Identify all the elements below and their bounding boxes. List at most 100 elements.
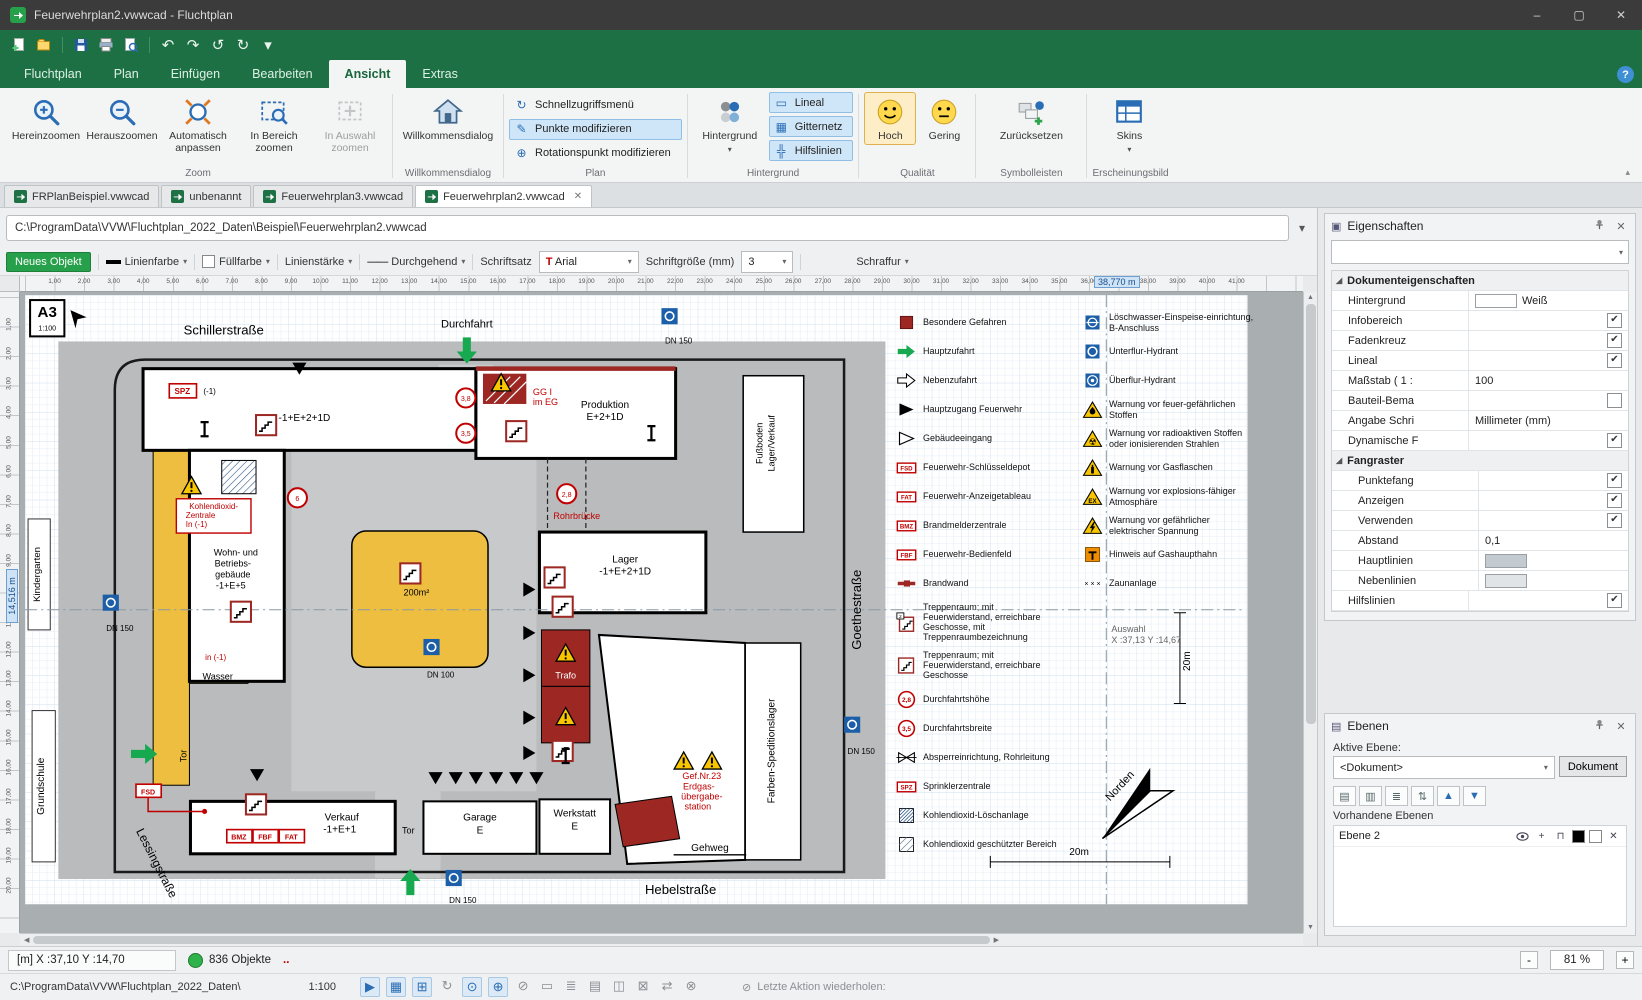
color-swatch[interactable]	[1485, 554, 1527, 568]
plan-label[interactable]: Erdgas-	[683, 781, 715, 791]
legend-item-hauptzufahrt[interactable]: Hauptzufahrt	[896, 341, 1060, 362]
plan-label[interactable]: Kohlendioxid-	[189, 502, 238, 511]
zoom-out-button[interactable]: Herauszoomen	[85, 92, 159, 145]
layers-icon[interactable]: ▤	[586, 977, 604, 995]
layer-lock-icon[interactable]: ⊓	[1553, 831, 1568, 842]
new-document-icon[interactable]	[8, 34, 30, 56]
close-button[interactable]: ✕	[1600, 0, 1642, 30]
swap-icon[interactable]: ⇄	[658, 977, 676, 995]
legend-item-feuerwehr-schluesseldepot[interactable]: FSD Feuerwehr-Schlüsseldepot	[896, 457, 1060, 478]
property-row[interactable]: Dynamische F ✔	[1332, 431, 1628, 451]
legend-item-besondere-gefahren[interactable]: Besondere Gefahren	[896, 312, 1060, 333]
plan-label[interactable]: In (-1)	[186, 520, 208, 529]
plan-label[interactable]: im EG	[533, 397, 558, 407]
add-layer-icon[interactable]: ▤	[1333, 786, 1356, 806]
legend-item-sprinklerzentrale[interactable]: SPZ Sprinklerzentrale	[896, 776, 1060, 797]
plan-label[interactable]: -1+E+2+1D	[599, 566, 651, 577]
plan-label[interactable]: (-1)	[203, 387, 216, 396]
active-layer-select[interactable]: <Dokument>▾	[1333, 756, 1555, 779]
plan-label[interactable]: Verkauf	[325, 813, 359, 824]
layer-visibility-icon[interactable]	[1515, 830, 1530, 843]
open-file-icon[interactable]	[33, 34, 55, 56]
vertical-ruler[interactable]: 14,516 m 1,002,003,004,005,006,007,008,0…	[0, 292, 20, 933]
reorder-layers-icon[interactable]: ⇅	[1411, 786, 1434, 806]
ribbon-tab-plan[interactable]: Plan	[98, 60, 155, 88]
property-row[interactable]: Lineal ✔	[1332, 351, 1628, 371]
plan-label[interactable]: -1+E+1	[323, 825, 356, 836]
legend-item-nebenzufahrt[interactable]: Nebenzufahrt	[896, 370, 1060, 391]
property-row[interactable]: Fadenkreuz ✔	[1332, 331, 1628, 351]
plan-label[interactable]: GG I	[533, 387, 552, 397]
legend-item-hauptzugang-feuerwehr[interactable]: Hauptzugang Feuerwehr	[896, 399, 1060, 420]
plan-label[interactable]: Farben-Speditionslager	[766, 698, 777, 803]
fill-color-dropdown[interactable]: Füllfarbe▾	[202, 255, 270, 268]
plan-label[interactable]: in (-1)	[205, 653, 226, 662]
legend-item-absperreinrichtung[interactable]: Absperreinrichtung, Rohrleitung	[896, 747, 1060, 768]
plan-label[interactable]: übergabe-	[681, 791, 722, 801]
modify-rotation-point-item[interactable]: ⊕ Rotationspunkt modifizieren	[509, 143, 682, 164]
property-row[interactable]: Anzeigen ✔	[1332, 491, 1628, 511]
property-row[interactable]: Verwenden ✔	[1332, 511, 1628, 531]
plan-label[interactable]: Betriebs-	[215, 558, 251, 568]
grid-toggle-icon[interactable]: ▦	[386, 977, 406, 997]
color-swatch[interactable]	[1485, 574, 1527, 588]
redo-icon[interactable]: ↷	[182, 34, 204, 56]
plan-label[interactable]: A3	[38, 304, 57, 321]
plan-label[interactable]: Zentrale	[186, 511, 216, 520]
plan-label[interactable]: -1+E+2+1D	[279, 413, 331, 424]
path-dropdown-icon[interactable]: ▾	[1293, 221, 1311, 235]
color-swatch[interactable]	[1475, 294, 1517, 308]
plan-label[interactable]: Trafo	[555, 670, 576, 680]
legend-item-durchfahrtsbreite[interactable]: 3,5 Durchfahrtsbreite	[896, 718, 1060, 739]
property-checkbox[interactable]: ✔	[1607, 433, 1622, 448]
file-path-bar[interactable]: C:\ProgramData\VVW\Fluchtplan_2022_Daten…	[6, 215, 1289, 241]
legend-item-gebaeudeeingang[interactable]: Gebäudeeingang	[896, 428, 1060, 449]
line-color-dropdown[interactable]: Linienfarbe▾	[106, 256, 187, 268]
ribbon-tab-einfügen[interactable]: Einfügen	[155, 60, 236, 88]
ribbon-tab-fluchtplan[interactable]: Fluchtplan	[8, 60, 98, 88]
document-tab[interactable]: FRPlanBeispiel.vwwcad	[4, 185, 159, 207]
plan-label[interactable]: DN 150	[848, 747, 876, 756]
plan-label[interactable]: DN 150	[106, 624, 134, 633]
plan-label[interactable]: SPZ	[175, 387, 191, 396]
quality-high-button[interactable]: Hoch	[864, 92, 916, 145]
new-object-button[interactable]: Neues Objekt	[6, 252, 91, 272]
status-zoom-in-button[interactable]: +	[1616, 951, 1634, 969]
print-preview-icon[interactable]	[120, 34, 142, 56]
plan-label[interactable]: Hebelstraße	[645, 882, 716, 897]
legend-item-loeschwasser-einspeisung[interactable]: Löschwasser-Einspeise-einrichtung, B-Ans…	[1082, 312, 1258, 333]
property-row[interactable]: Infobereich ✔	[1332, 311, 1628, 331]
property-row[interactable]: Abstand 0,1	[1332, 531, 1628, 551]
plan-label[interactable]: Wasser	[202, 671, 232, 681]
legend-item-brandwand[interactable]: Brandwand	[896, 573, 1060, 594]
plan-label[interactable]: Tor	[402, 826, 415, 836]
property-row[interactable]: Bauteil-Bema	[1332, 391, 1628, 411]
print-icon[interactable]	[95, 34, 117, 56]
plan-label[interactable]: E	[571, 822, 578, 833]
property-checkbox[interactable]: ✔	[1607, 513, 1622, 528]
property-checkbox[interactable]: ✔	[1607, 313, 1622, 328]
legend-item-warnung-explosionsfaehig[interactable]: EX Warnung vor explosions-fähiger Atmosp…	[1082, 486, 1258, 507]
legend-item-durchfahrtshoehe[interactable]: 2,8 Durchfahrtshöhe	[896, 689, 1060, 710]
hatch-dropdown[interactable]: Schraffur▾	[856, 256, 908, 268]
property-checkbox[interactable]: ✔	[1607, 353, 1622, 368]
modify-points-item[interactable]: ✎ Punkte modifizieren	[509, 119, 682, 140]
property-checkbox[interactable]: ✔	[1607, 333, 1622, 348]
line-style-dropdown[interactable]: ——Durchgehend▾	[367, 256, 465, 268]
plan-label[interactable]: E	[477, 826, 484, 837]
columns-icon[interactable]: ◫	[610, 977, 628, 995]
legend-item-gashaupthahn[interactable]: Hinweis auf Gashaupthahn	[1082, 544, 1258, 565]
maximize-button[interactable]: ▢	[1558, 0, 1600, 30]
property-row[interactable]: Hilfslinien ✔	[1332, 591, 1628, 611]
property-checkbox[interactable]: ✔	[1607, 473, 1622, 488]
plan-label[interactable]: DN 100	[427, 670, 455, 679]
vertical-scrollbar[interactable]: ▲▼	[1303, 292, 1317, 933]
property-row[interactable]: Angabe Schri Millimeter (mm)	[1332, 411, 1628, 431]
plan-label[interactable]: 2,8	[562, 492, 572, 499]
plan-label[interactable]: 3,8	[461, 396, 471, 403]
property-checkbox[interactable]: ✔	[1607, 593, 1622, 608]
line-width-dropdown[interactable]: Linienstärke▾	[285, 256, 352, 268]
document-button[interactable]: Dokument	[1559, 756, 1627, 777]
skins-button[interactable]: Skins ▾	[1092, 92, 1166, 157]
legend-item-brandmelderzentrale[interactable]: BMZ Brandmelderzentrale	[896, 515, 1060, 536]
